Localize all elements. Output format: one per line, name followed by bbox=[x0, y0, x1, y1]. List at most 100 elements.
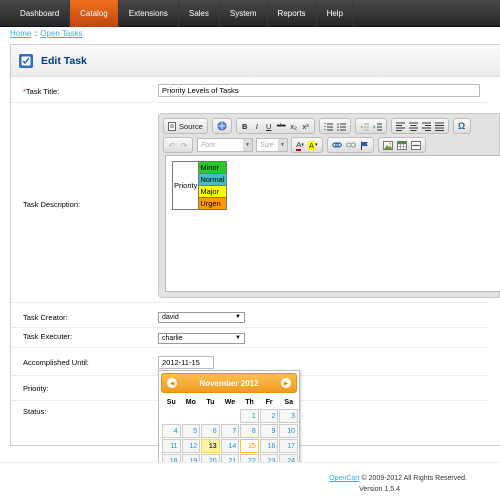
link-button[interactable] bbox=[330, 138, 344, 152]
weekday-header: Su bbox=[166, 398, 176, 406]
italic-button[interactable]: I bbox=[251, 119, 263, 133]
table-icon bbox=[396, 140, 407, 150]
indent-button[interactable] bbox=[371, 119, 384, 133]
menu-catalog[interactable]: Catalog bbox=[70, 0, 119, 27]
editor-content-area[interactable]: Priority Minor Normal Major Urgen bbox=[165, 155, 500, 292]
menu-system[interactable]: System bbox=[220, 0, 268, 27]
breadcrumb-home-link[interactable]: Home bbox=[10, 29, 31, 38]
undo-button[interactable]: ↶ bbox=[166, 138, 178, 152]
calendar-day-16[interactable]: 16 bbox=[259, 439, 279, 453]
size-combo[interactable]: Size ▼ bbox=[256, 138, 288, 152]
page-title: Edit Task bbox=[41, 54, 87, 67]
calendar-day-12[interactable]: 12 bbox=[181, 439, 201, 453]
calendar-day-2[interactable]: 2 bbox=[259, 409, 279, 423]
weekday-header: Tu bbox=[206, 398, 215, 406]
image-button[interactable] bbox=[381, 138, 395, 152]
align-justify-button[interactable] bbox=[433, 119, 446, 133]
panel-heading: Edit Task bbox=[11, 45, 500, 77]
task-executer-label: Task Executer: bbox=[23, 332, 73, 341]
indent-icon bbox=[373, 123, 382, 130]
globe-button[interactable] bbox=[215, 119, 229, 133]
menu-dashboard[interactable]: Dashboard bbox=[10, 0, 71, 27]
editor-toolbar-row-1: Source B I U abc x₂ x² Ω bbox=[163, 117, 475, 135]
unlink-button[interactable] bbox=[344, 138, 358, 152]
toolbar-group-globe bbox=[211, 118, 232, 134]
align-right-icon bbox=[421, 122, 431, 131]
arrow-left-icon: ◀ bbox=[169, 380, 175, 387]
creator-row: Task Creator: bbox=[10, 303, 490, 328]
font-combo-chevron-down-icon: ▼ bbox=[243, 139, 252, 151]
special-character-button[interactable]: Ω bbox=[456, 119, 468, 133]
weekday-header: Fr bbox=[265, 398, 273, 406]
calendar-week-row: 4 5 6 7 8 9 10 bbox=[162, 424, 298, 438]
task-creator-select[interactable]: david ▼ bbox=[158, 312, 245, 323]
background-color-icon: A bbox=[308, 140, 316, 150]
numbered-list-button[interactable] bbox=[322, 119, 335, 133]
horizontal-rule-icon bbox=[410, 140, 421, 150]
calendar-day-3[interactable]: 3 bbox=[279, 409, 298, 423]
next-month-button[interactable]: ▶ bbox=[281, 378, 291, 388]
level-cell-urgent: Urgen bbox=[198, 197, 227, 210]
top-menu: Dashboard Catalog Extensions Sales Syste… bbox=[0, 0, 500, 27]
menu-reports[interactable]: Reports bbox=[268, 0, 317, 27]
previous-month-button[interactable]: ◀ bbox=[167, 378, 177, 388]
level-cell-minor: Minor bbox=[198, 161, 227, 174]
align-center-button[interactable] bbox=[407, 119, 420, 133]
calendar-day-6[interactable]: 6 bbox=[201, 424, 220, 438]
calendar-day-10[interactable]: 10 bbox=[279, 424, 298, 438]
status-label: Status: bbox=[23, 407, 47, 416]
calendar-day-11[interactable]: 11 bbox=[162, 439, 181, 453]
menu-help[interactable]: Help bbox=[317, 0, 355, 27]
calendar-week-row: 123 bbox=[162, 409, 298, 423]
redo-button[interactable]: ↷ bbox=[178, 138, 190, 152]
calendar-day-14[interactable]: 14 bbox=[220, 439, 240, 453]
weekday-header: Th bbox=[245, 398, 254, 406]
toolbar-group-undo: ↶ ↷ bbox=[163, 137, 193, 153]
table-button[interactable] bbox=[395, 138, 409, 152]
strikethrough-button[interactable]: abc bbox=[275, 119, 288, 133]
undo-icon: ↶ bbox=[168, 140, 176, 150]
menu-sales[interactable]: Sales bbox=[179, 0, 220, 27]
weekday-header: We bbox=[224, 398, 236, 406]
calendar-day-1[interactable]: 1 bbox=[240, 409, 259, 423]
calendar-day-4[interactable]: 4 bbox=[162, 424, 181, 438]
calendar-day-8[interactable]: 8 bbox=[240, 424, 259, 438]
text-color-button[interactable]: A ▾ bbox=[294, 138, 306, 152]
calendar-day-13[interactable]: 13 bbox=[201, 439, 220, 453]
menu-extensions[interactable]: Extensions bbox=[119, 0, 179, 27]
calendar-day-7[interactable]: 7 bbox=[220, 424, 240, 438]
calendar-day-9[interactable]: 9 bbox=[259, 424, 279, 438]
underline-button[interactable]: U bbox=[263, 119, 275, 133]
priority-levels-table: Priority Minor Normal Major Urgen bbox=[171, 161, 227, 210]
calendar-day-17[interactable]: 17 bbox=[279, 439, 298, 453]
accomplished-until-input[interactable]: 2012-11-15 bbox=[158, 356, 214, 369]
toolbar-group-lists bbox=[318, 118, 351, 134]
source-icon bbox=[168, 121, 176, 131]
calendar-day-15[interactable]: 15 bbox=[240, 439, 259, 453]
horizontal-rule-button[interactable] bbox=[409, 138, 423, 152]
outdent-button[interactable] bbox=[358, 119, 371, 133]
image-icon bbox=[382, 140, 393, 150]
toolbar-group-insert bbox=[377, 137, 426, 153]
rich-text-editor: Source B I U abc x₂ x² Ω ↶ ↷ Font ▼ Size… bbox=[158, 113, 500, 298]
bold-button[interactable]: B bbox=[239, 119, 251, 133]
align-right-button[interactable] bbox=[420, 119, 433, 133]
bulleted-list-button[interactable] bbox=[335, 119, 348, 133]
superscript-button[interactable]: x² bbox=[300, 119, 312, 133]
align-left-button[interactable] bbox=[394, 119, 407, 133]
editor-toolbar-row-2: ↶ ↷ Font ▼ Size ▼ A ▾ A ▾ bbox=[163, 136, 430, 154]
calendar-empty-cell bbox=[221, 409, 240, 423]
font-combo[interactable]: Font ▼ bbox=[197, 138, 253, 152]
anchor-button[interactable] bbox=[358, 138, 371, 152]
toolbar-group-links bbox=[326, 137, 374, 153]
unlink-icon bbox=[345, 142, 356, 148]
opencart-link[interactable]: OpenCart bbox=[329, 475, 359, 482]
task-executer-select[interactable]: charlie ▼ bbox=[158, 333, 245, 344]
task-title-input[interactable]: Priority Levels of Tasks bbox=[158, 84, 480, 97]
breadcrumb-current-link[interactable]: Open Tasks bbox=[40, 29, 82, 38]
source-button[interactable]: Source bbox=[166, 119, 205, 133]
size-combo-chevron-down-icon: ▼ bbox=[278, 139, 287, 151]
background-color-button[interactable]: A ▾ bbox=[306, 138, 320, 152]
subscript-button[interactable]: x₂ bbox=[288, 119, 300, 133]
calendar-day-5[interactable]: 5 bbox=[181, 424, 201, 438]
